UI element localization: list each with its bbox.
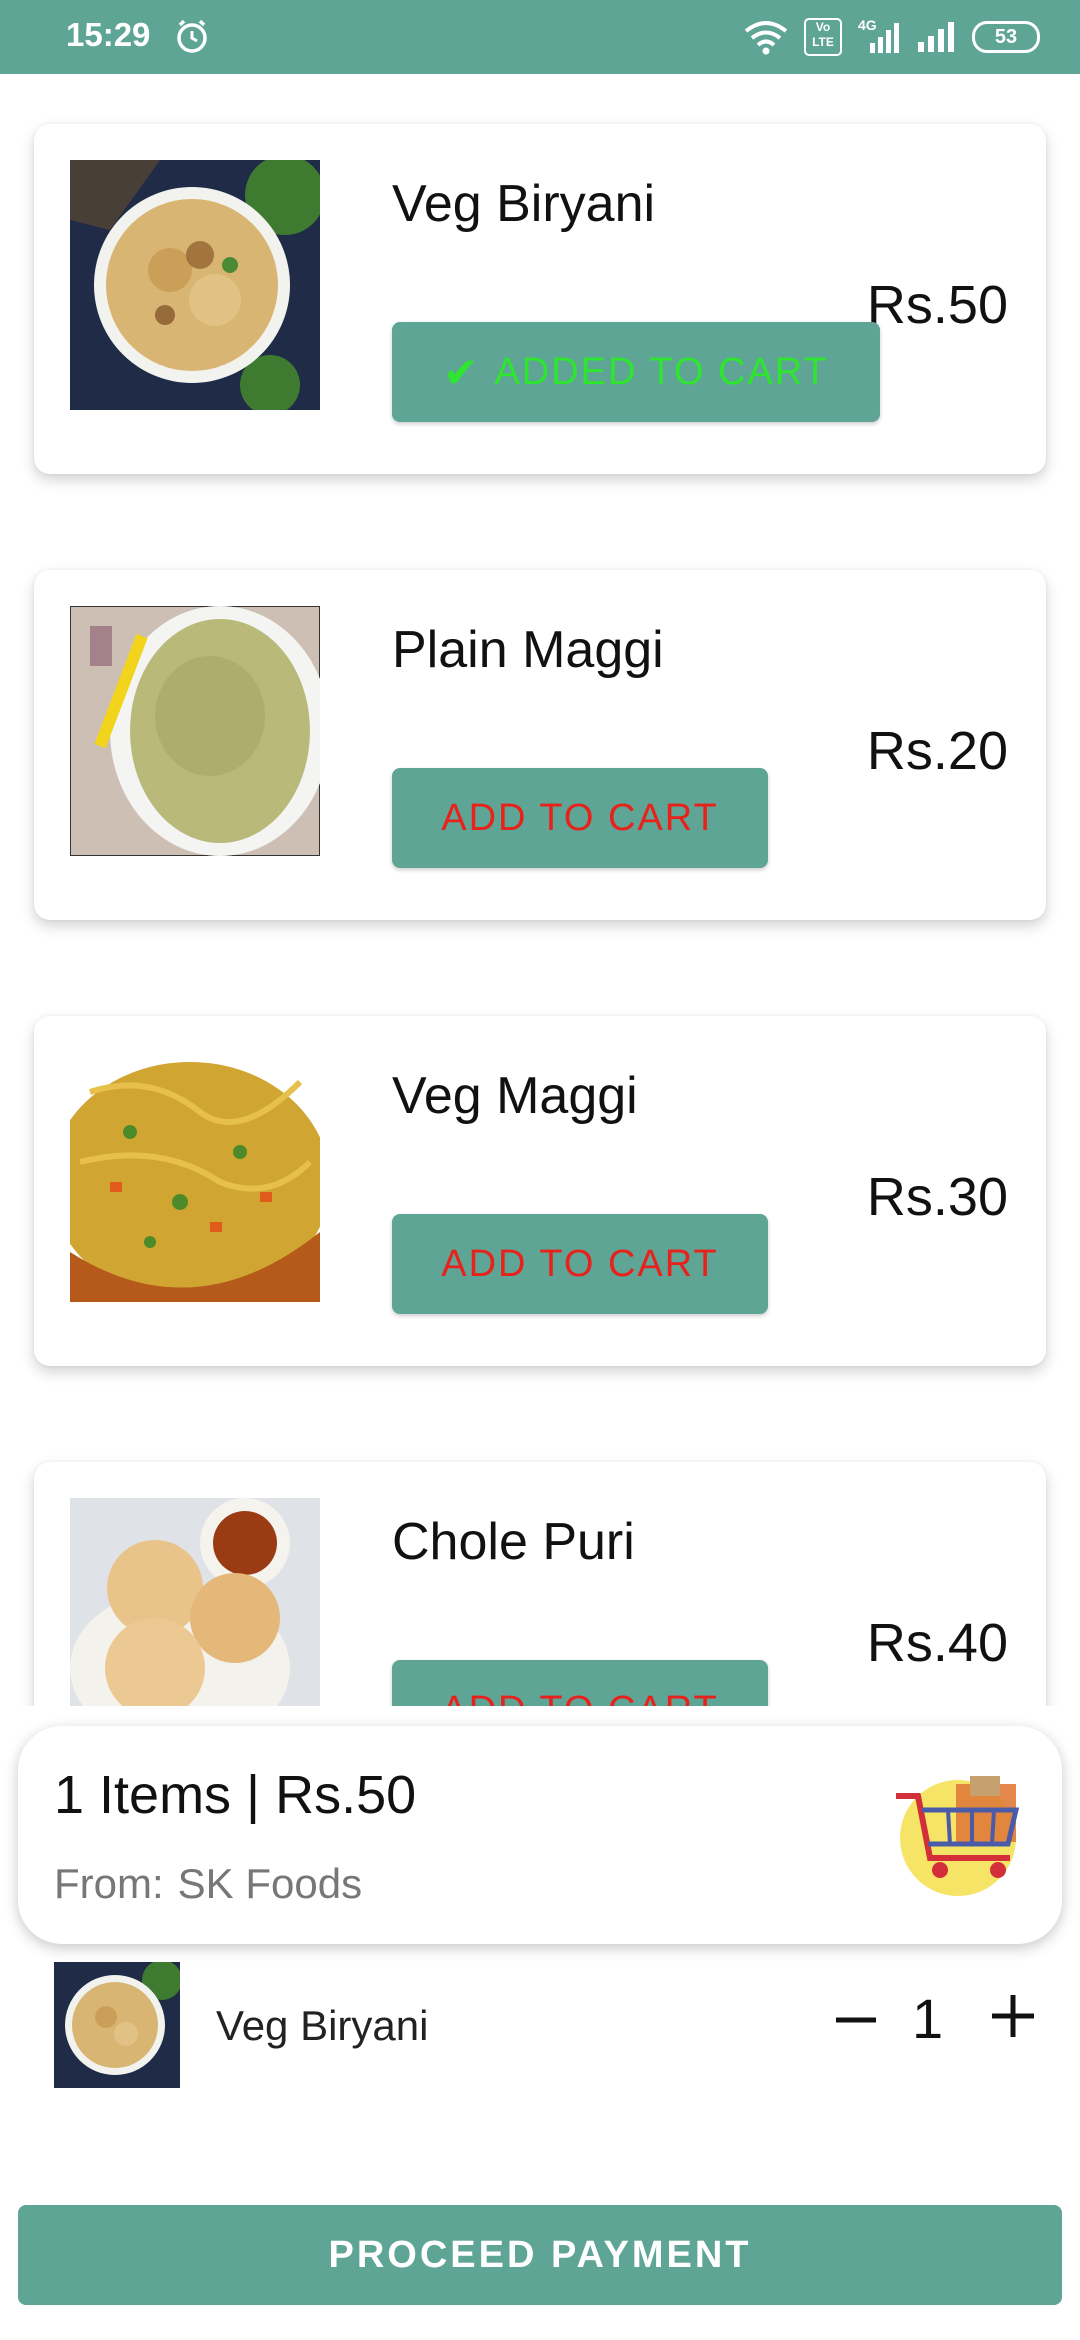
menu-item-card: Chole Puri Rs.40 ADD TO CART [34,1462,1046,1706]
cart-total: 1 Items | Rs.50 [54,1765,417,1825]
item-price: Rs.40 [866,1613,1008,1673]
battery-icon: 53 [972,21,1040,53]
quantity-value: 1 [912,1987,944,2050]
add-to-cart-button[interactable]: ADD TO CART [392,1214,768,1314]
signal-4g-icon: 4G [856,17,902,55]
add-to-cart-button[interactable]: ADD TO CART [392,1660,768,1706]
button-label: ADD TO CART [441,1689,719,1707]
menu-list[interactable]: Veg Biryani Rs.50 ✔ ADDED TO CART Plain … [0,74,1080,1706]
item-name: Veg Biryani [392,175,656,233]
status-time: 15:29 [66,16,151,53]
item-name: Veg Maggi [392,1067,638,1125]
added-to-cart-button[interactable]: ✔ ADDED TO CART [392,322,880,422]
menu-item-card: Veg Maggi Rs.30 ADD TO CART [34,1016,1046,1366]
status-icons: Vo LTE 4G 53 [742,14,1040,60]
wifi-icon [744,21,788,55]
add-to-cart-button[interactable]: ADD TO CART [392,768,768,868]
item-price: Rs.50 [866,275,1008,335]
volte-icon: Vo LTE [804,18,842,56]
cart-summary[interactable]: 1 Items | Rs.50 From: SK Foods [18,1726,1062,1944]
plus-icon[interactable] [984,1976,1042,2056]
battery-level: 53 [994,26,1018,48]
proceed-label: PROCEED PAYMENT [328,2233,752,2276]
alarm-icon [177,19,207,53]
volte-label: Vo LTE [812,20,834,49]
plain-maggi-image [70,606,320,856]
status-bar: 15:29 Vo LTE 4G 53 [0,0,1080,74]
veg-biryani-image [70,160,320,410]
check-icon: ✔ [443,348,481,396]
chole-puri-image [70,1498,320,1706]
button-label: ADD TO CART [441,796,719,839]
item-price: Rs.30 [866,1167,1008,1227]
signal-icon [918,22,954,52]
item-name: Chole Puri [392,1513,635,1571]
cart-item-name: Veg Biryani [216,2002,429,2049]
shopping-cart-icon[interactable] [890,1766,1026,1896]
item-price: Rs.20 [866,721,1008,781]
cart-item-row: Veg Biryani 1 [0,1962,1080,2092]
from-label: From: [54,1860,164,1907]
button-label: ADDED TO CART [494,350,829,393]
restaurant-name: SK Foods [177,1860,363,1907]
cart-item-image [54,1962,180,2088]
veg-maggi-image [70,1052,320,1302]
menu-item-card: Plain Maggi Rs.20 ADD TO CART [34,570,1046,920]
button-label: ADD TO CART [441,1242,719,1285]
proceed-payment-button[interactable]: PROCEED PAYMENT [18,2205,1062,2305]
restaurant-info: From: SK Foods [54,1860,362,1908]
item-name: Plain Maggi [392,621,664,679]
minus-icon[interactable] [832,1980,880,2060]
menu-item-card: Veg Biryani Rs.50 ✔ ADDED TO CART [34,124,1046,474]
